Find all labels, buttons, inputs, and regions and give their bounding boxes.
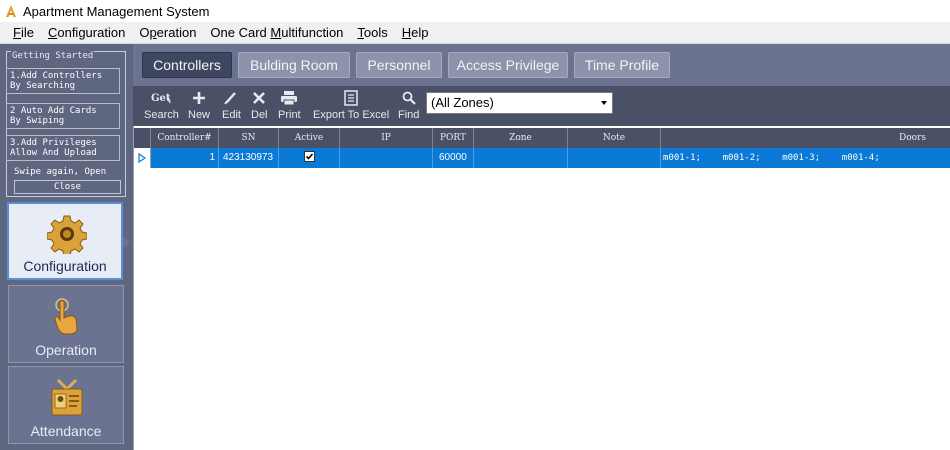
controllers-grid: Controller# SN Active IP PORT Zone Note … [133,126,950,450]
printer-icon [280,88,298,108]
app-logo-icon [4,4,18,18]
cell-active [279,148,340,168]
tab-controllers[interactable]: Controllers [142,52,232,78]
active-checkbox[interactable] [303,150,315,162]
menu-one-card-multifunction[interactable]: One Card Multifunction [203,25,350,40]
title-bar: Apartment Management System [0,0,950,22]
cell-note [568,148,661,168]
menu-operation[interactable]: Operation [132,25,203,40]
grid-header: Controller# SN Active IP PORT Zone Note … [134,128,950,148]
zone-select[interactable]: (All Zones) [426,92,613,114]
menu-configuration[interactable]: Configuration [41,25,132,40]
column-header-ip[interactable]: IP [340,128,433,148]
chevron-down-icon [601,101,607,105]
step-auto-add-cards-button[interactable]: 2 Auto Add Cards By Swiping [6,103,120,129]
column-header-doors[interactable]: Doors [661,128,950,148]
column-header-port[interactable]: PORT [433,128,474,148]
toolbar: Get Search New Edit Del Print Export To … [133,86,950,126]
menu-file[interactable]: File [6,25,41,40]
search-get-icon: Get [150,88,172,108]
delete-button[interactable]: Del [251,88,268,121]
nav-attendance-label: Attendance [30,423,102,439]
cell-port: 60000 [433,148,474,168]
hand-pointer-icon [47,296,87,336]
swipe-again-text: Swipe again, Open [14,167,107,177]
new-button[interactable]: New [188,88,210,121]
table-row[interactable]: 1 423130973 60000 m001-1; m001-2; m001-3… [134,148,950,168]
id-badge-icon [47,377,87,417]
excel-export-icon [343,88,359,108]
row-header-corner [134,128,151,148]
active-indicator-arrow [123,236,130,248]
nav-configuration-label: Configuration [23,258,107,274]
close-x-icon [251,88,267,108]
tab-bulding-room[interactable]: Bulding Room [238,52,350,78]
nav-operation-label: Operation [35,342,97,358]
cell-controller: 1 [151,148,219,168]
row-pointer-icon [134,148,151,168]
column-header-active[interactable]: Active [279,128,340,148]
left-panel: Getting Started 1.Add Controllers By Sea… [0,44,133,450]
getting-started-title: Getting Started [11,51,95,61]
cell-doors: m001-1; m001-2; m001-3; m001-4; [663,153,880,163]
zone-select-value: (All Zones) [431,95,494,110]
plus-icon [191,88,207,108]
tabs-bar: Controllers Bulding Room Personnel Acces… [133,44,950,86]
column-header-note[interactable]: Note [568,128,661,148]
step-add-controllers-button[interactable]: 1.Add Controllers By Searching [6,68,120,94]
print-button[interactable]: Print [278,88,301,121]
edit-button[interactable]: Edit [222,88,241,121]
cell-ip [340,148,433,168]
search-button[interactable]: Get Search [144,88,179,121]
gear-icon [46,214,88,257]
export-to-excel-button[interactable]: Export To Excel [313,88,389,121]
nav-operation[interactable]: Operation [8,285,124,363]
close-button[interactable]: Close [14,180,121,194]
menu-tools[interactable]: Tools [350,25,394,40]
column-header-controller[interactable]: Controller# [151,128,219,148]
menu-help[interactable]: Help [395,25,436,40]
cell-sn: 423130973 [219,148,279,168]
magnifier-icon [401,88,417,108]
find-button[interactable]: Find [398,88,419,121]
column-header-zone[interactable]: Zone [474,128,568,148]
column-header-sn[interactable]: SN [219,128,279,148]
tab-access-privilege[interactable]: Access Privilege [448,52,568,78]
tab-personnel[interactable]: Personnel [356,52,442,78]
nav-attendance[interactable]: Attendance [8,366,124,444]
cell-zone [474,148,568,168]
step-add-privileges-button[interactable]: 3.Add Privileges Allow And Upload [6,135,120,161]
nav-configuration[interactable]: Configuration [7,202,130,280]
window-title: Apartment Management System [23,3,210,19]
menu-bar: File Configuration Operation One Card Mu… [0,22,950,44]
tab-time-profile[interactable]: Time Profile [574,52,670,78]
pencil-icon [223,88,239,108]
